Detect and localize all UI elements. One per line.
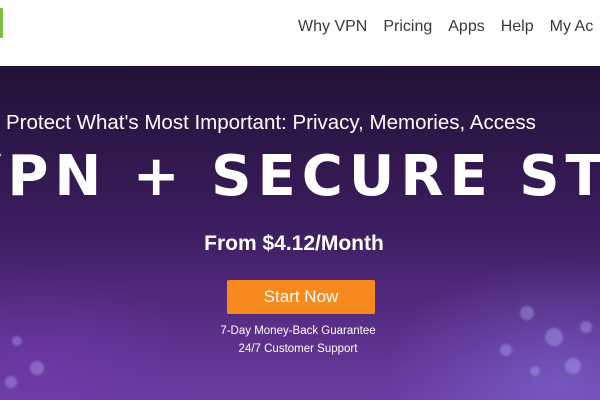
logo[interactable]	[0, 8, 3, 38]
nav-pricing[interactable]: Pricing	[383, 18, 432, 36]
bokeh-light	[520, 306, 534, 320]
start-now-button[interactable]: Start Now	[227, 280, 375, 314]
customer-support-note: 24/7 Customer Support	[238, 343, 358, 355]
nav-my-account[interactable]: My Ac	[550, 18, 594, 36]
nav-apps[interactable]: Apps	[448, 18, 484, 36]
nav-help[interactable]: Help	[501, 18, 534, 36]
bokeh-light	[565, 358, 581, 374]
hero-banner: Protect What's Most Important: Privacy, …	[0, 66, 600, 400]
page: Why VPN Pricing Apps Help My Ac Protect …	[0, 0, 600, 400]
bokeh-light	[30, 361, 44, 375]
site-header: Why VPN Pricing Apps Help My Ac	[0, 0, 600, 62]
main-nav: Why VPN Pricing Apps Help My Ac	[298, 18, 600, 36]
hero-headline: VPN + SECURE STORAGE	[0, 144, 600, 209]
hero-tagline: Protect What's Most Important: Privacy, …	[6, 111, 536, 134]
bokeh-light	[530, 366, 540, 376]
nav-why-vpn[interactable]: Why VPN	[298, 18, 367, 36]
bokeh-light	[5, 376, 17, 388]
price-text: From $4.12/Month	[204, 232, 384, 255]
money-back-guarantee: 7-Day Money-Back Guarantee	[220, 325, 376, 337]
